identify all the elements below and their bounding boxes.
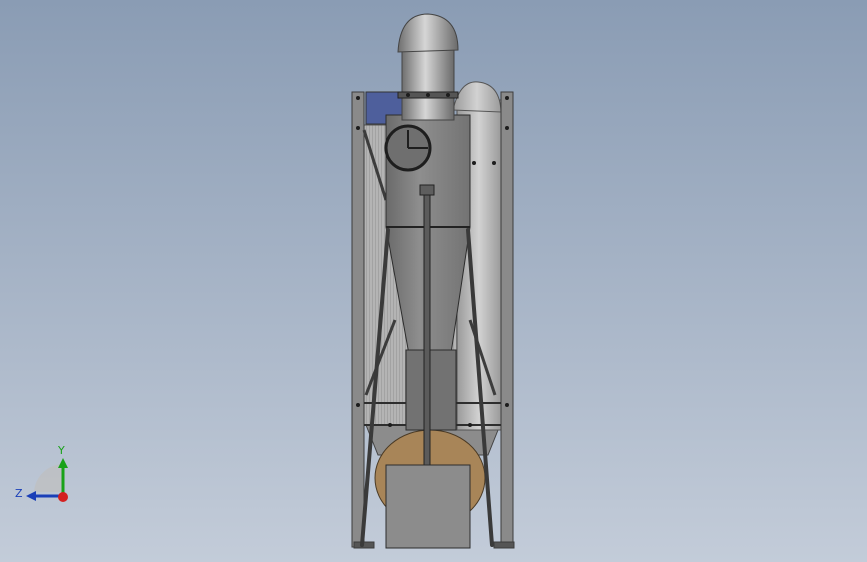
- cyclone-collector-model[interactable]: [0, 0, 867, 562]
- axis-triad: Y Z: [15, 444, 68, 502]
- y-axis-arrow: [58, 458, 68, 468]
- triad-quadrant: [34, 464, 62, 492]
- dust-bin: [385, 464, 471, 549]
- y-axis-label: Y: [57, 444, 65, 457]
- cad-viewport[interactable]: Y Z: [0, 0, 867, 562]
- left-leg: [351, 91, 365, 548]
- right-leg: [500, 91, 514, 548]
- z-axis-arrow: [26, 491, 36, 501]
- z-axis-label: Z: [15, 487, 23, 500]
- x-axis-dot: [58, 492, 68, 502]
- right-foot: [493, 541, 515, 549]
- outlet-pipe: [397, 13, 459, 121]
